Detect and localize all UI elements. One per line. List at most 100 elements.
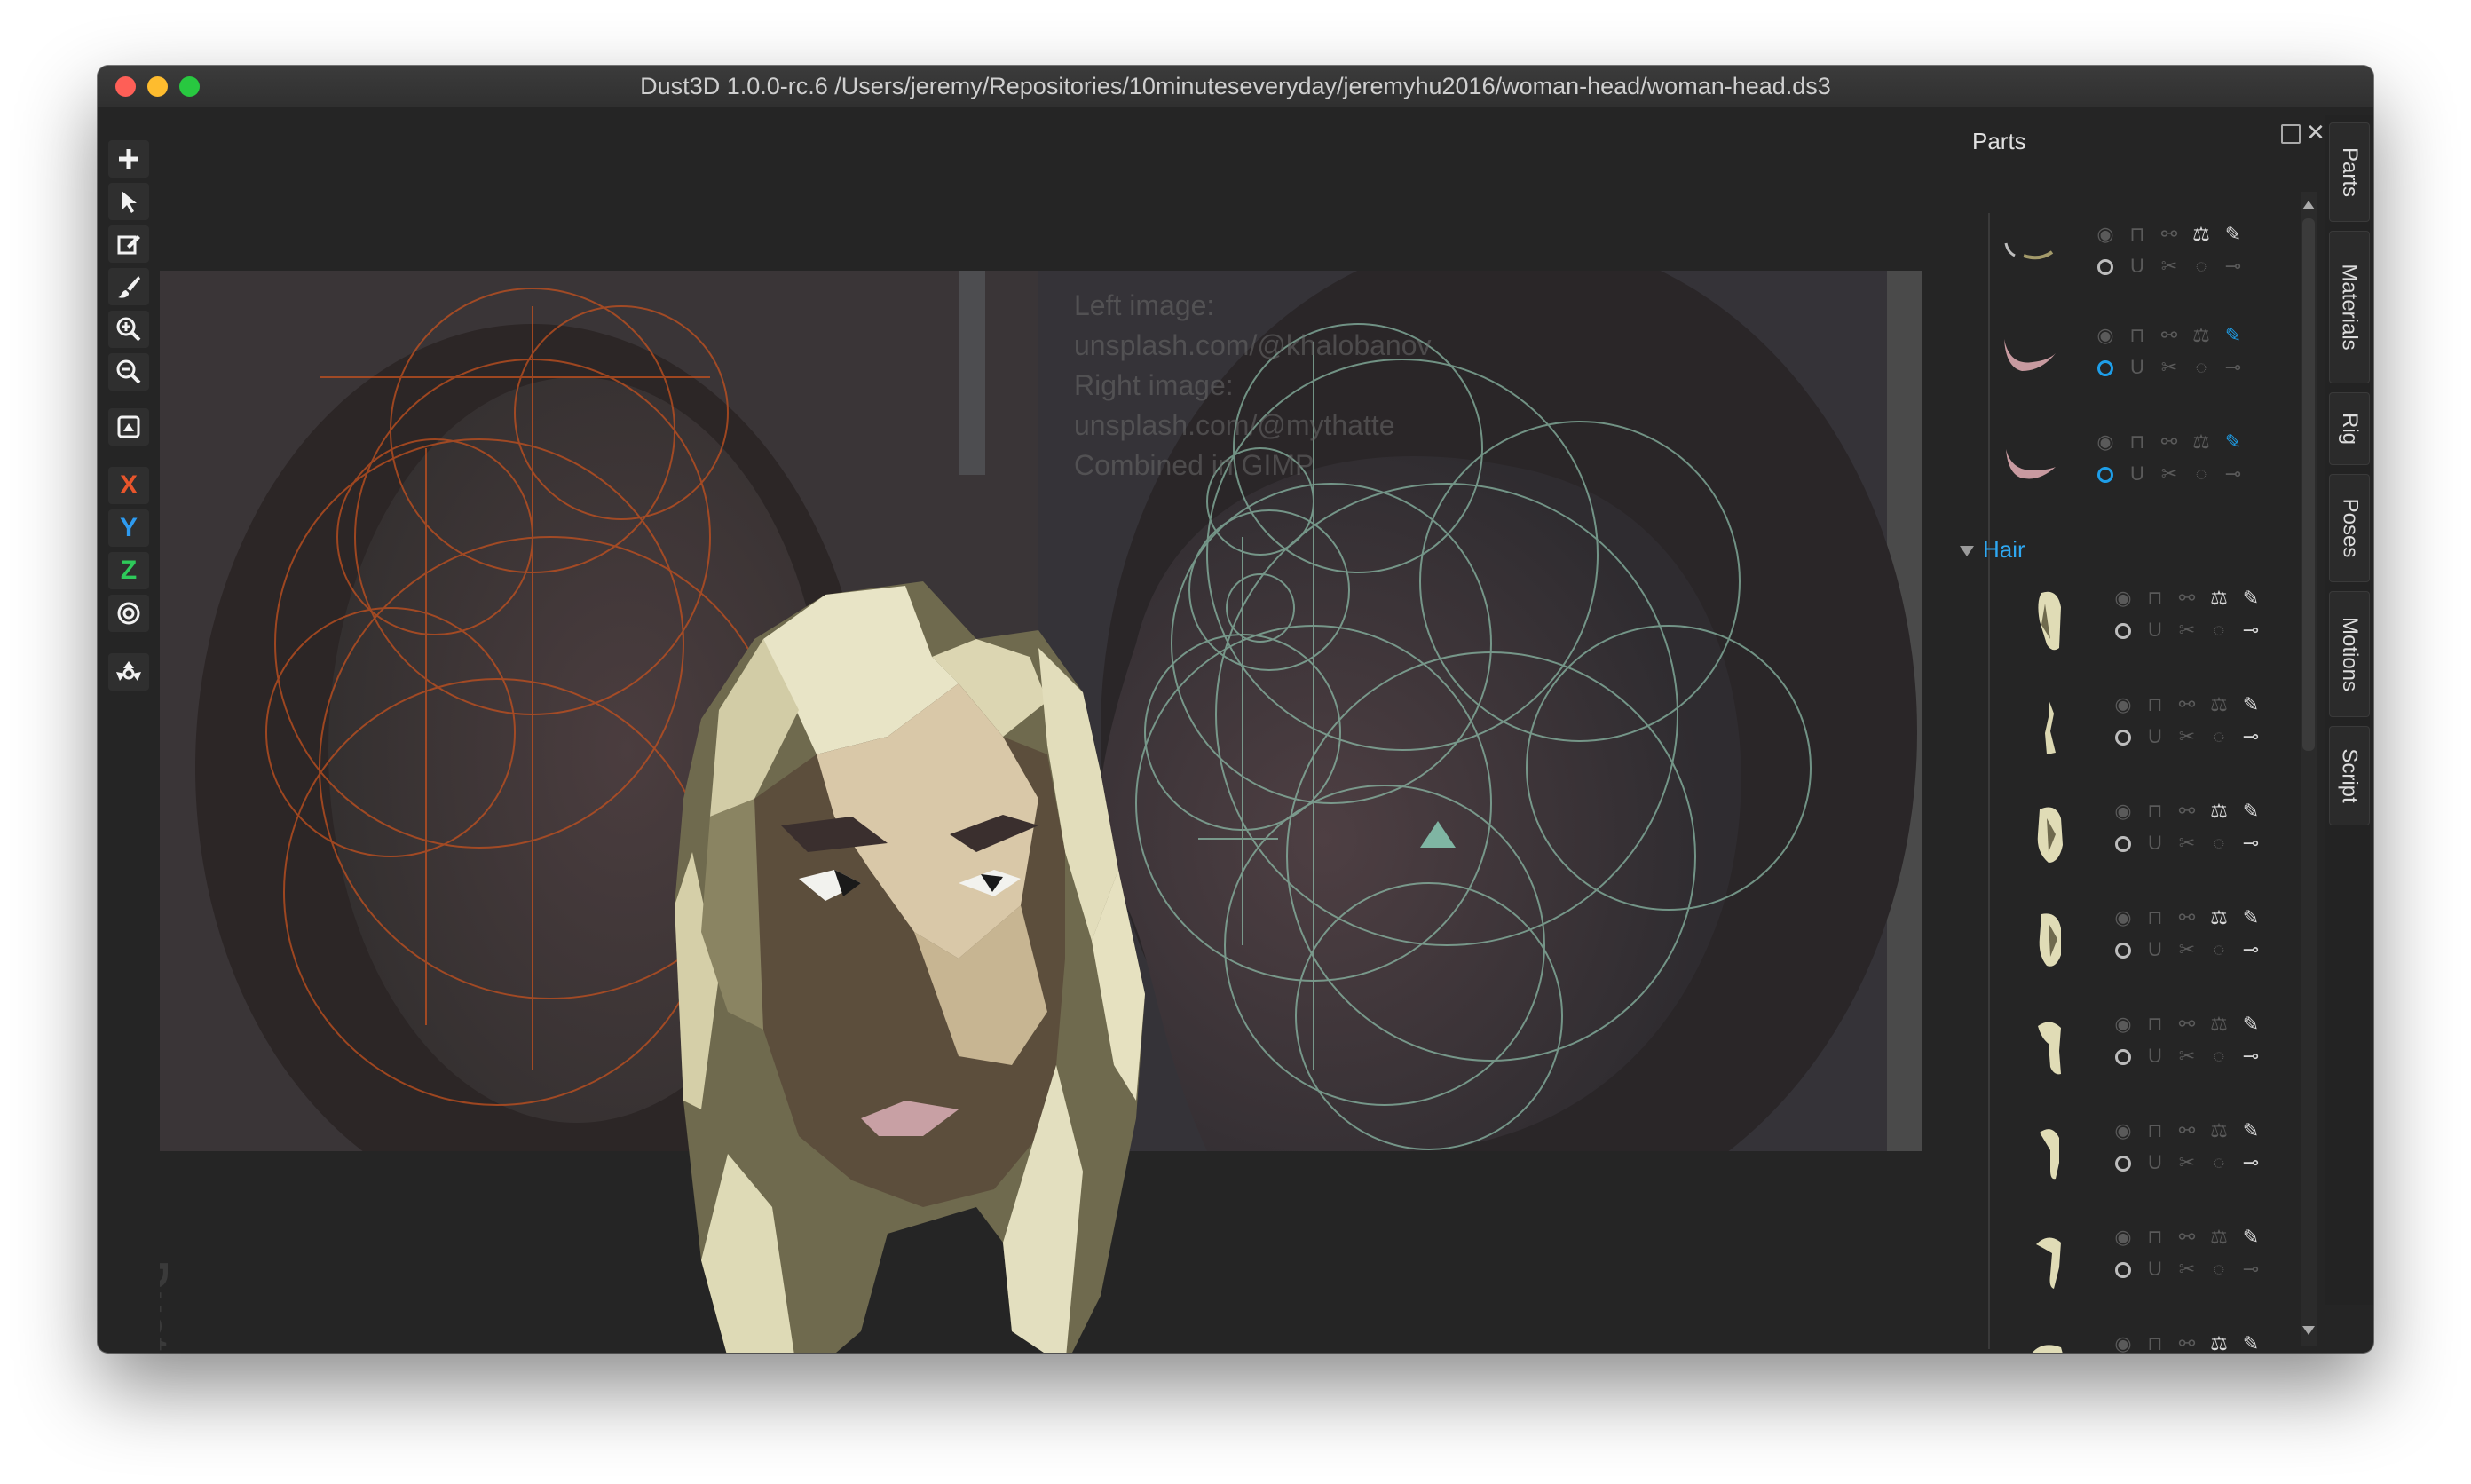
cut-icon[interactable]: ✂ bbox=[2176, 833, 2198, 854]
part-item-mouth-corner[interactable]: ◉ ⊓ ⚯ ⚖ ✎ U ✂ ◌ ⊸ bbox=[1944, 215, 2299, 312]
chamfer-icon[interactable]: ⊸ bbox=[2240, 726, 2262, 747]
head-model[interactable] bbox=[621, 533, 1207, 1353]
subdivide-icon[interactable] bbox=[2115, 1049, 2131, 1065]
visibility-icon[interactable]: ◉ bbox=[2112, 1333, 2134, 1354]
subdivide-icon[interactable] bbox=[2115, 730, 2131, 746]
chamfer-icon[interactable]: ⊸ bbox=[2222, 463, 2244, 485]
hair-item-1[interactable]: ◉ ⊓ ⚯ ⚖ ✎ U ✂ ◌ ⊸ bbox=[1944, 582, 2299, 680]
close-window-button[interactable] bbox=[115, 76, 136, 97]
subdivide-icon[interactable] bbox=[2097, 259, 2113, 275]
scroll-up-icon[interactable] bbox=[2302, 201, 2315, 209]
cut-icon[interactable]: ✂ bbox=[2159, 256, 2180, 277]
color-picker-icon[interactable]: ✎ bbox=[2222, 431, 2244, 453]
tab-materials[interactable]: Materials bbox=[2329, 231, 2370, 383]
cut-icon[interactable]: ✂ bbox=[2176, 939, 2198, 960]
round-end-icon[interactable]: ◌ bbox=[2191, 357, 2212, 378]
mirror-icon[interactable]: U bbox=[2144, 620, 2166, 641]
lock-icon[interactable]: ⊓ bbox=[2144, 588, 2166, 609]
visibility-icon[interactable]: ◉ bbox=[2095, 431, 2116, 453]
round-end-icon[interactable]: ◌ bbox=[2208, 1152, 2230, 1173]
tab-rig[interactable]: Rig bbox=[2329, 392, 2370, 465]
paint-brush-icon[interactable] bbox=[108, 268, 149, 305]
color-picker-icon[interactable]: ✎ bbox=[2240, 1014, 2262, 1035]
group-hair[interactable]: Hair bbox=[1960, 536, 2025, 564]
radial-icon[interactable] bbox=[108, 595, 149, 632]
hair-item-4[interactable]: ◉ ⊓ ⚯ ⚖ ✎ U ✂ ◌ ⊸ bbox=[1944, 902, 2299, 999]
color-picker-icon[interactable]: ✎ bbox=[2240, 1120, 2262, 1141]
chamfer-icon[interactable]: ⊸ bbox=[2240, 1152, 2262, 1173]
balance-icon[interactable]: ⚖ bbox=[2208, 1014, 2230, 1035]
balance-icon[interactable]: ⚖ bbox=[2208, 907, 2230, 928]
hair-item-6[interactable]: ◉ ⊓ ⚯ ⚖ ✎ U ✂ ◌ ⊸ bbox=[1944, 1115, 2299, 1212]
round-end-icon[interactable]: ◌ bbox=[2208, 1259, 2230, 1280]
parts-scrollbar[interactable] bbox=[2301, 192, 2317, 1346]
edit-icon[interactable] bbox=[108, 225, 149, 263]
z-axis-button[interactable]: Z bbox=[108, 552, 149, 589]
link-icon[interactable]: ⚯ bbox=[2159, 325, 2180, 346]
lock-icon[interactable]: ⊓ bbox=[2144, 1120, 2166, 1141]
round-end-icon[interactable]: ◌ bbox=[2191, 463, 2212, 485]
mirror-icon[interactable]: U bbox=[2144, 939, 2166, 960]
visibility-icon[interactable]: ◉ bbox=[2112, 1120, 2134, 1141]
regenerate-icon[interactable] bbox=[108, 653, 149, 691]
chamfer-icon[interactable]: ⊸ bbox=[2240, 1046, 2262, 1067]
lock-icon[interactable]: ⊓ bbox=[2144, 1227, 2166, 1248]
balance-icon[interactable]: ⚖ bbox=[2208, 1333, 2230, 1354]
chamfer-icon[interactable]: ⊸ bbox=[2240, 620, 2262, 641]
hair-item-5[interactable]: ◉ ⊓ ⚯ ⚖ ✎ U ✂ ◌ ⊸ bbox=[1944, 1008, 2299, 1106]
balance-icon[interactable]: ⚖ bbox=[2208, 1120, 2230, 1141]
color-picker-icon[interactable]: ✎ bbox=[2240, 1333, 2262, 1354]
link-icon[interactable]: ⚯ bbox=[2159, 224, 2180, 245]
chamfer-icon[interactable]: ⊸ bbox=[2222, 357, 2244, 378]
link-icon[interactable]: ⚯ bbox=[2176, 1227, 2198, 1248]
hair-item-7[interactable]: ◉ ⊓ ⚯ ⚖ ✎ U ✂ ◌ ⊸ bbox=[1944, 1221, 2299, 1319]
cut-icon[interactable]: ✂ bbox=[2176, 1152, 2198, 1173]
zoom-in-icon[interactable] bbox=[108, 311, 149, 348]
scroll-thumb[interactable] bbox=[2302, 218, 2315, 751]
tab-poses[interactable]: Poses bbox=[2329, 474, 2370, 582]
color-picker-icon[interactable]: ✎ bbox=[2240, 588, 2262, 609]
balance-icon[interactable]: ⚖ bbox=[2208, 801, 2230, 822]
balance-icon[interactable]: ⚖ bbox=[2208, 1227, 2230, 1248]
link-icon[interactable]: ⚯ bbox=[2176, 694, 2198, 715]
cut-icon[interactable]: ✂ bbox=[2159, 463, 2180, 485]
visibility-icon[interactable]: ◉ bbox=[2095, 325, 2116, 346]
color-picker-icon[interactable]: ✎ bbox=[2222, 325, 2244, 346]
visibility-icon[interactable]: ◉ bbox=[2112, 694, 2134, 715]
lock-icon[interactable]: ⊓ bbox=[2144, 1333, 2166, 1354]
x-axis-button[interactable]: X bbox=[108, 467, 149, 504]
subdivide-icon[interactable] bbox=[2115, 623, 2131, 639]
visibility-icon[interactable]: ◉ bbox=[2112, 1014, 2134, 1035]
select-icon[interactable] bbox=[108, 183, 149, 220]
color-picker-icon[interactable]: ✎ bbox=[2240, 907, 2262, 928]
hair-item-3[interactable]: ◉ ⊓ ⚯ ⚖ ✎ U ✂ ◌ ⊸ bbox=[1944, 795, 2299, 893]
subdivide-icon[interactable] bbox=[2115, 943, 2131, 959]
visibility-icon[interactable]: ◉ bbox=[2112, 907, 2134, 928]
mirror-icon[interactable]: U bbox=[2144, 726, 2166, 747]
float-panel-icon[interactable] bbox=[2281, 124, 2301, 144]
link-icon[interactable]: ⚯ bbox=[2176, 1014, 2198, 1035]
model-viewport[interactable]: Left image: unsplash.com/@khalobanov Rig… bbox=[160, 107, 2006, 1353]
color-picker-icon[interactable]: ✎ bbox=[2240, 694, 2262, 715]
visibility-icon[interactable]: ◉ bbox=[2112, 801, 2134, 822]
chamfer-icon[interactable]: ⊸ bbox=[2240, 1259, 2262, 1280]
scroll-down-icon[interactable] bbox=[2302, 1326, 2315, 1335]
mirror-icon[interactable]: U bbox=[2127, 357, 2148, 378]
lock-icon[interactable]: ⊓ bbox=[2127, 431, 2148, 453]
round-end-icon[interactable]: ◌ bbox=[2191, 256, 2212, 277]
cut-icon[interactable]: ✂ bbox=[2176, 726, 2198, 747]
balance-icon[interactable]: ⚖ bbox=[2191, 431, 2212, 453]
hair-item-8[interactable]: ◉ ⊓ ⚯ ⚖ ✎ U ✂ ◌ ⊸ bbox=[1944, 1328, 2299, 1353]
cut-icon[interactable]: ✂ bbox=[2159, 357, 2180, 378]
color-picker-icon[interactable]: ✎ bbox=[2222, 224, 2244, 245]
link-icon[interactable]: ⚯ bbox=[2176, 1333, 2198, 1354]
visibility-icon[interactable]: ◉ bbox=[2112, 588, 2134, 609]
color-picker-icon[interactable]: ✎ bbox=[2240, 1227, 2262, 1248]
link-icon[interactable]: ⚯ bbox=[2159, 431, 2180, 453]
subdivide-icon[interactable] bbox=[2115, 836, 2131, 852]
cut-icon[interactable]: ✂ bbox=[2176, 620, 2198, 641]
part-item-lip-upper[interactable]: ◉ ⊓ ⚯ ⚖ ✎ U ✂ ◌ ⊸ bbox=[1944, 320, 2299, 417]
subdivide-icon[interactable] bbox=[2097, 467, 2113, 483]
chamfer-icon[interactable]: ⊸ bbox=[2222, 256, 2244, 277]
camera-reset-icon[interactable] bbox=[108, 408, 149, 446]
